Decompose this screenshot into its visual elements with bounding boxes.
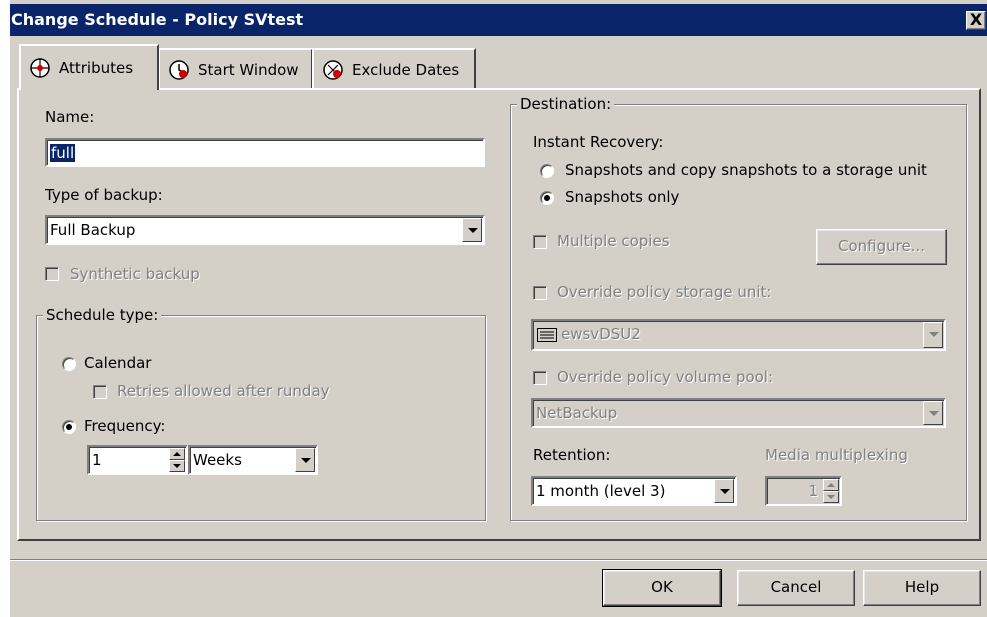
tab-exclude-dates[interactable]: Exclude Dates xyxy=(312,48,476,90)
override-volume-pool-label: Override policy volume pool: xyxy=(557,368,774,386)
retries-allowed-checkbox[interactable] xyxy=(93,385,107,399)
window-title: Change Schedule - Policy SVtest xyxy=(11,10,304,29)
cancel-button[interactable]: Cancel xyxy=(737,570,855,606)
name-input[interactable]: full xyxy=(45,138,485,167)
close-icon: X xyxy=(969,10,983,29)
attributes-icon xyxy=(30,58,50,78)
retries-allowed-label: Retries allowed after runday xyxy=(117,382,330,400)
storage-unit-value: ewsvDSU2 xyxy=(561,325,641,343)
media-multiplexing-label: Media multiplexing xyxy=(765,446,908,464)
override-volume-pool-checkbox[interactable] xyxy=(533,371,547,385)
frequency-value: 1 xyxy=(92,451,102,469)
frequency-radio[interactable] xyxy=(62,420,76,434)
instant-recovery-label: Instant Recovery: xyxy=(533,133,664,151)
name-input-value: full xyxy=(50,144,76,162)
retention-select[interactable]: 1 month (level 3) xyxy=(531,476,737,506)
tab-attributes-label: Attributes xyxy=(59,59,134,77)
title-bar[interactable]: Change Schedule - Policy SVtest X xyxy=(10,4,987,36)
override-storage-unit-checkbox[interactable] xyxy=(533,286,547,300)
help-button[interactable]: Help xyxy=(863,570,981,606)
tab-start-window-label: Start Window xyxy=(198,61,299,79)
frequency-input[interactable]: 1 xyxy=(87,445,188,475)
multiple-copies-checkbox[interactable] xyxy=(533,235,547,249)
destination-title: Destination: xyxy=(517,95,615,113)
frequency-unit-value: Weeks xyxy=(193,451,242,469)
override-storage-unit-label: Override policy storage unit: xyxy=(557,283,772,301)
tab-attributes[interactable]: Attributes xyxy=(19,44,159,90)
volume-pool-select[interactable]: NetBackup xyxy=(531,398,946,428)
snapshots-only-radio[interactable] xyxy=(540,191,554,205)
spin-down-icon[interactable] xyxy=(823,491,839,503)
button-separator xyxy=(10,559,987,561)
calendar-label: Calendar xyxy=(84,354,152,372)
snapshots-and-copy-radio[interactable] xyxy=(540,164,554,178)
snapshots-only-label: Snapshots only xyxy=(565,188,680,206)
media-multiplexing-input[interactable]: 1 xyxy=(765,476,842,506)
type-of-backup-dropdown-button[interactable] xyxy=(462,218,482,242)
retention-value: 1 month (level 3) xyxy=(536,482,666,500)
synthetic-backup-label: Synthetic backup xyxy=(70,265,200,283)
tab-start-window[interactable]: Start Window xyxy=(158,48,313,90)
retention-dropdown-button[interactable] xyxy=(714,479,734,503)
media-multiplexing-value: 1 xyxy=(808,482,818,500)
frequency-spinner[interactable] xyxy=(169,448,185,472)
media-multiplexing-spinner[interactable] xyxy=(823,479,839,503)
name-label: Name: xyxy=(45,108,95,126)
storage-unit-dropdown-button[interactable] xyxy=(923,322,943,348)
synthetic-backup-checkbox[interactable] xyxy=(45,267,59,281)
tab-exclude-dates-label: Exclude Dates xyxy=(352,61,460,79)
type-of-backup-value: Full Backup xyxy=(50,221,136,239)
spin-down-icon[interactable] xyxy=(169,460,185,472)
spin-up-icon[interactable] xyxy=(169,448,185,460)
exclude-dates-icon xyxy=(323,60,343,80)
retention-label: Retention: xyxy=(533,446,611,464)
configure-button[interactable]: Configure... xyxy=(816,229,947,265)
multiple-copies-label: Multiple copies xyxy=(557,232,670,250)
storage-unit-icon xyxy=(537,328,557,342)
storage-unit-select[interactable]: ewsvDSU2 xyxy=(531,319,946,351)
frequency-label: Frequency: xyxy=(84,417,166,435)
start-window-icon xyxy=(169,60,189,80)
frequency-unit-dropdown-button[interactable] xyxy=(295,448,315,472)
ok-button[interactable]: OK xyxy=(602,569,722,607)
frequency-unit-select[interactable]: Weeks xyxy=(188,445,318,475)
type-of-backup-label: Type of backup: xyxy=(45,186,163,204)
volume-pool-value: NetBackup xyxy=(536,404,618,422)
spin-up-icon[interactable] xyxy=(823,479,839,491)
type-of-backup-select[interactable]: Full Backup xyxy=(45,215,485,245)
calendar-radio[interactable] xyxy=(62,357,76,371)
volume-pool-dropdown-button[interactable] xyxy=(923,401,943,425)
close-button[interactable]: X xyxy=(966,11,986,30)
schedule-type-title: Schedule type: xyxy=(43,306,162,324)
snapshots-and-copy-label: Snapshots and copy snapshots to a storag… xyxy=(565,161,927,179)
change-schedule-dialog: Change Schedule - Policy SVtest X Attrib… xyxy=(9,0,987,617)
